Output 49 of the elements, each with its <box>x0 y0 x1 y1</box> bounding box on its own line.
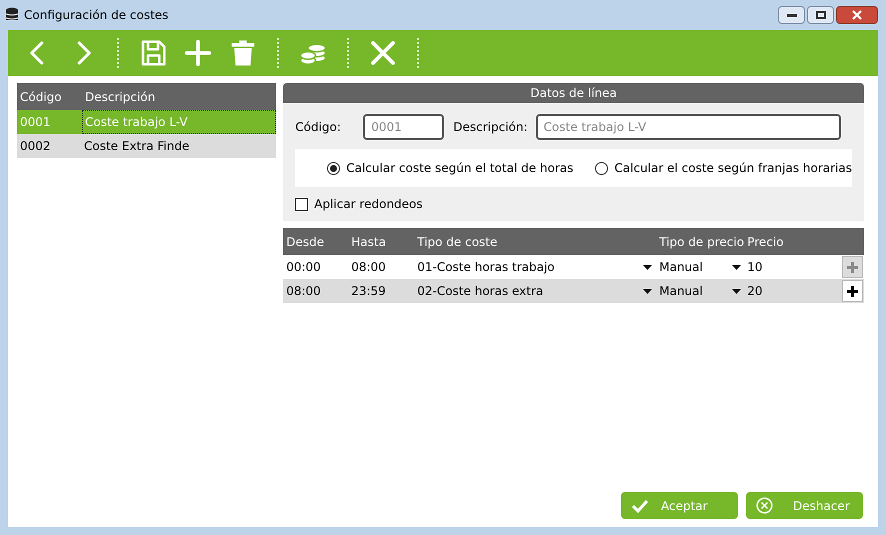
caret-icon <box>732 288 742 294</box>
radio-label: Calcular coste según el total de horas <box>346 160 574 177</box>
list-row[interactable]: 0002 Coste Extra Finde <box>17 134 276 158</box>
caret-icon <box>643 264 652 270</box>
table-cell-text: 08:00 <box>350 259 387 276</box>
table-cell-text: 0002 <box>19 138 52 155</box>
check-icon <box>631 498 649 512</box>
table-cell-text: 08:00 <box>285 283 322 300</box>
column-header: Tipo de coste <box>416 234 498 250</box>
add-row-button[interactable] <box>842 280 863 302</box>
minimize-button[interactable] <box>778 6 805 24</box>
table-cell-text: 0001 <box>19 114 52 131</box>
column-header: Desde <box>285 234 326 250</box>
window-title: Configuración de costes <box>24 7 168 24</box>
database-icon <box>4 7 20 23</box>
description-field[interactable]: Coste trabajo L-V <box>536 114 841 140</box>
plus-icon <box>847 262 858 272</box>
cancel-circle-icon <box>756 497 773 514</box>
plus-icon <box>847 286 858 296</box>
price-type-dropdown[interactable]: Manual <box>656 258 746 276</box>
field-label: Descripción: <box>453 118 528 136</box>
cost-type-dropdown[interactable]: 01-Coste horas trabajo <box>414 258 656 276</box>
table-cell-text: Coste Extra Finde <box>83 138 190 155</box>
maximize-button[interactable] <box>807 6 834 24</box>
radio-button[interactable] <box>595 162 608 174</box>
close-icon[interactable] <box>368 38 398 68</box>
column-header: Precio <box>746 234 784 250</box>
close-button[interactable] <box>836 6 878 24</box>
close-icon <box>852 10 862 20</box>
table-cell-text: 00:00 <box>285 259 322 276</box>
column-header: Tipo de precio <box>658 234 746 250</box>
table-cell-text: 23:59 <box>350 283 387 300</box>
caret-icon <box>643 288 652 294</box>
column-header: Descripción <box>84 88 156 106</box>
column-header: Hasta <box>350 234 387 250</box>
checkbox[interactable] <box>295 198 308 210</box>
price-type-dropdown[interactable]: Manual <box>656 282 746 300</box>
section-title: Datos de línea <box>283 83 864 103</box>
caret-icon <box>732 264 742 270</box>
add-icon[interactable] <box>183 38 213 68</box>
code-field[interactable]: 0001 <box>363 114 444 140</box>
cost-type-dropdown[interactable]: 02-Coste horas extra <box>414 282 656 300</box>
field-label: Código: <box>295 118 342 136</box>
table-cell-text: 20 <box>746 283 763 300</box>
checkbox-label: Aplicar redondeos <box>314 196 423 213</box>
table-cell-text: 10 <box>746 259 763 276</box>
radio-button[interactable] <box>327 162 340 174</box>
radio-label: Calcular el coste según franjas horarias <box>614 160 852 177</box>
column-header: Código <box>19 88 63 106</box>
